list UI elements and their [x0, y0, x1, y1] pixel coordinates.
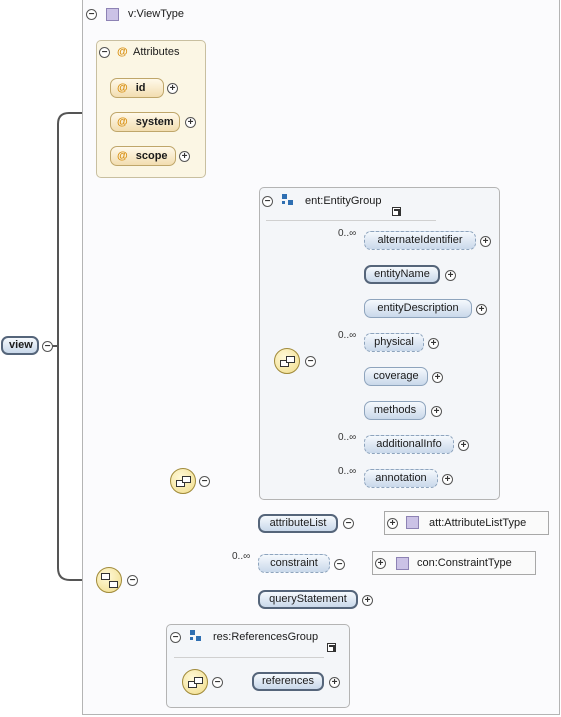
view-type-label: v:ViewType: [128, 8, 185, 20]
view-element-label: view: [9, 339, 33, 351]
expand-id-icon[interactable]: +: [167, 83, 178, 94]
expand-scope-icon[interactable]: +: [179, 151, 190, 162]
element-physical[interactable]: physical: [364, 333, 424, 352]
attribute-scope[interactable]: @ scope: [110, 146, 176, 166]
collapse-sequence-icon[interactable]: −: [127, 575, 138, 586]
element-alternate-identifier[interactable]: alternateIdentifier: [364, 231, 476, 250]
element-methods[interactable]: methods: [364, 401, 426, 420]
complex-type-icon: [396, 557, 409, 570]
group-icon: [190, 630, 202, 642]
collapse-entity-group-icon[interactable]: −: [262, 196, 273, 207]
collapse-view-type-icon[interactable]: −: [86, 9, 97, 20]
element-coverage[interactable]: coverage: [364, 367, 428, 386]
complex-type-icon: [406, 516, 419, 529]
expand-system-icon[interactable]: +: [185, 117, 196, 128]
occurrence-label: 0..∞: [338, 432, 357, 443]
expand-alternate-identifier-icon[interactable]: +: [480, 236, 491, 247]
collapse-references-group-icon[interactable]: −: [170, 632, 181, 643]
title-underline: [174, 657, 324, 658]
type-label: con:ConstraintType: [417, 557, 512, 569]
complex-type-icon: [106, 8, 119, 21]
sequence-compositor-icon[interactable]: [96, 567, 122, 593]
attributes-at-icon: @: [117, 46, 128, 58]
element-label: references: [262, 675, 314, 687]
collapse-attribute-list-icon[interactable]: −: [343, 518, 354, 529]
attribute-at-icon: @: [117, 82, 128, 94]
element-label: alternateIdentifier: [377, 234, 463, 246]
element-attribute-list[interactable]: attributeList: [258, 514, 338, 533]
element-constraint[interactable]: constraint: [258, 554, 330, 573]
attribute-id[interactable]: @ id: [110, 78, 164, 98]
element-label: entityDescription: [377, 302, 459, 314]
collapse-constraint-icon[interactable]: −: [334, 559, 345, 570]
expand-constraint-type-icon[interactable]: +: [375, 558, 386, 569]
expand-references-icon[interactable]: +: [329, 677, 340, 688]
expand-methods-icon[interactable]: +: [431, 406, 442, 417]
element-label: methods: [373, 404, 417, 416]
collapse-choice-icon[interactable]: −: [199, 476, 210, 487]
attribute-label: scope: [135, 150, 168, 162]
element-query-statement[interactable]: queryStatement: [258, 590, 358, 609]
element-label: queryStatement: [269, 593, 347, 605]
title-underline: [266, 220, 436, 221]
choice-compositor-icon[interactable]: [170, 468, 196, 494]
jump-link-icon[interactable]: [392, 207, 401, 216]
view-element[interactable]: view: [1, 336, 39, 355]
expand-attribute-list-type-icon[interactable]: +: [387, 518, 398, 529]
attributes-title: Attributes: [133, 46, 180, 58]
attribute-label: system: [135, 116, 174, 128]
references-group-title: res:ReferencesGroup: [213, 631, 319, 643]
expand-annotation-icon[interactable]: +: [442, 474, 453, 485]
collapse-entity-choice-icon[interactable]: −: [305, 356, 316, 367]
element-label: attributeList: [269, 517, 327, 529]
element-additional-info[interactable]: additionalInfo: [364, 435, 454, 454]
element-references[interactable]: references: [252, 672, 324, 691]
occurrence-label: 0..∞: [232, 551, 251, 562]
group-icon: [282, 194, 294, 206]
expand-coverage-icon[interactable]: +: [432, 372, 443, 383]
element-label: additionalInfo: [376, 438, 442, 450]
attribute-system[interactable]: @ system: [110, 112, 180, 132]
element-label: constraint: [270, 557, 318, 569]
element-annotation[interactable]: annotation: [364, 469, 438, 488]
jump-link-icon[interactable]: [327, 643, 336, 652]
attribute-label: id: [135, 82, 146, 94]
collapse-attributes-icon[interactable]: −: [99, 47, 110, 58]
element-label: annotation: [375, 472, 427, 484]
element-label: physical: [374, 336, 414, 348]
collapse-view-icon[interactable]: −: [42, 341, 53, 352]
element-entity-description[interactable]: entityDescription: [364, 299, 472, 318]
entity-choice-compositor-icon[interactable]: [274, 348, 300, 374]
expand-entity-description-icon[interactable]: +: [476, 304, 487, 315]
occurrence-label: 0..∞: [338, 330, 357, 341]
expand-entity-name-icon[interactable]: +: [445, 270, 456, 281]
expand-query-statement-icon[interactable]: +: [362, 595, 373, 606]
expand-physical-icon[interactable]: +: [428, 338, 439, 349]
occurrence-label: 0..∞: [338, 228, 357, 239]
entity-group-title: ent:EntityGroup: [305, 195, 382, 207]
references-sequence-compositor-icon[interactable]: [182, 669, 208, 695]
expand-additional-info-icon[interactable]: +: [458, 440, 469, 451]
attribute-at-icon: @: [117, 150, 128, 162]
element-label: entityName: [374, 268, 430, 280]
element-label: coverage: [373, 370, 419, 382]
element-entity-name[interactable]: entityName: [364, 265, 440, 284]
collapse-references-sequence-icon[interactable]: −: [212, 677, 223, 688]
type-label: att:AttributeListType: [429, 517, 527, 529]
attribute-at-icon: @: [117, 116, 128, 128]
occurrence-label: 0..∞: [338, 466, 357, 477]
